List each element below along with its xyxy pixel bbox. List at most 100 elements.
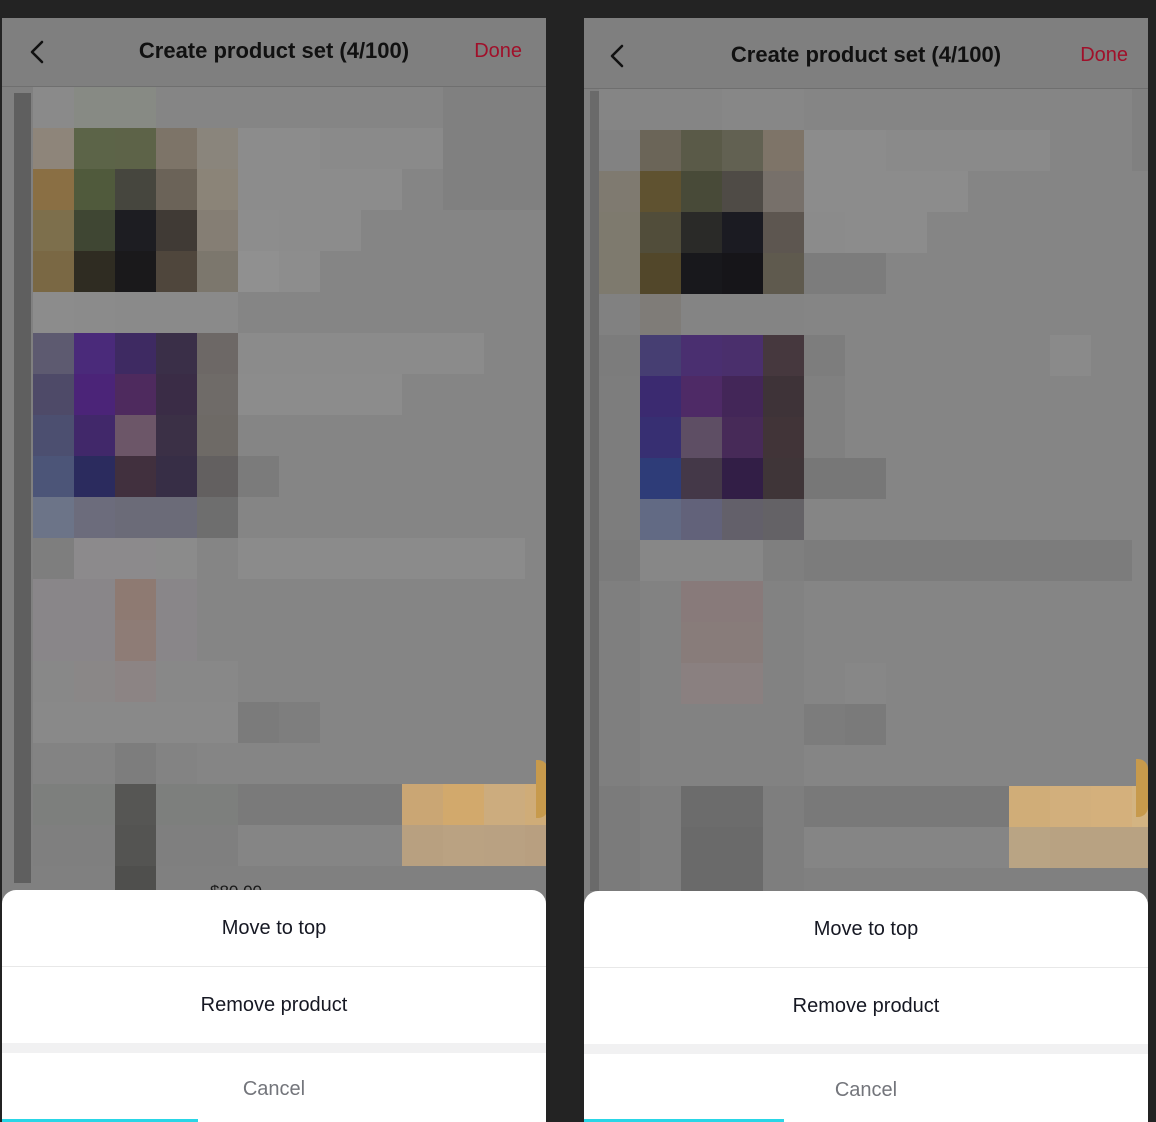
mosaic-tile [1009, 540, 1050, 581]
mosaic-tile [115, 825, 156, 866]
mosaic-tile [845, 294, 886, 335]
mosaic-tile [804, 335, 845, 376]
mosaic-tile [156, 87, 197, 128]
mosaic-tile [443, 251, 484, 292]
mosaic-tile [1009, 294, 1050, 335]
mosaic-tile [525, 456, 546, 497]
mosaic-tile [804, 704, 845, 745]
mosaic-tile [279, 579, 320, 620]
done-button[interactable]: Done [1080, 44, 1128, 67]
mosaic-tile [1132, 294, 1148, 335]
mosaic-tile [197, 251, 238, 292]
move-to-top-button[interactable]: Move to top [584, 891, 1148, 967]
mosaic-tile [968, 212, 1009, 253]
mosaic-tile [443, 456, 484, 497]
mosaic-tile [320, 128, 361, 169]
mosaic-tile [238, 210, 279, 251]
mosaic-tile [115, 251, 156, 292]
mosaic-tile [320, 579, 361, 620]
mosaic-tile [525, 333, 546, 374]
mosaic-tile [722, 499, 763, 540]
mosaic-tile [484, 825, 525, 866]
mosaic-tile [845, 786, 886, 827]
mosaic-tile [763, 540, 804, 581]
mosaic-tile [156, 497, 197, 538]
mosaic-tile [525, 210, 546, 251]
remove-product-button[interactable]: Remove product [2, 967, 546, 1043]
mosaic-tile [763, 253, 804, 294]
mosaic-tile [238, 497, 279, 538]
mosaic-tile [402, 497, 443, 538]
mosaic-tile [484, 374, 525, 415]
mosaic-tile [1091, 745, 1132, 786]
mosaic-tile [525, 825, 546, 866]
mosaic-tile [238, 169, 279, 210]
mosaic-tile [845, 827, 886, 868]
mosaic-tile [681, 212, 722, 253]
mosaic-tile [845, 458, 886, 499]
mosaic-tile [484, 415, 525, 456]
mosaic-tile [640, 704, 681, 745]
mosaic-tile [599, 335, 640, 376]
mosaic-tile [722, 540, 763, 581]
mosaic-tile [681, 827, 722, 868]
mosaic-tile [156, 128, 197, 169]
mosaic-tile [927, 458, 968, 499]
mosaic-tile [484, 210, 525, 251]
mosaic-tile [927, 171, 968, 212]
mosaic-tile [402, 784, 443, 825]
mosaic-tile [722, 253, 763, 294]
mosaic-tile [681, 253, 722, 294]
mosaic-tile [1009, 827, 1050, 868]
mosaic-tile [804, 581, 845, 622]
mosaic-tile [279, 620, 320, 661]
mosaic-tile [886, 581, 927, 622]
mosaic-tile [845, 212, 886, 253]
mosaic-tile [968, 253, 1009, 294]
mosaic-tile [525, 702, 546, 743]
mosaic-tile [845, 89, 886, 130]
mosaic-tile [525, 579, 546, 620]
move-to-top-button[interactable]: Move to top [2, 890, 546, 966]
mosaic-tile [927, 376, 968, 417]
mosaic-tile [804, 786, 845, 827]
mosaic-tile [599, 745, 640, 786]
mosaic-tile [599, 663, 640, 704]
mosaic-tile [640, 130, 681, 171]
mosaic-tile [640, 827, 681, 868]
mosaic-tile [361, 784, 402, 825]
mosaic-tile [763, 335, 804, 376]
remove-product-button[interactable]: Remove product [584, 968, 1148, 1044]
mosaic-tile [1009, 212, 1050, 253]
mosaic-tile [33, 251, 74, 292]
mosaic-tile [1132, 417, 1148, 458]
mosaic-tile [33, 784, 74, 825]
side-handle[interactable] [536, 760, 546, 818]
mosaic-tile [279, 538, 320, 579]
done-button[interactable]: Done [474, 40, 522, 63]
mosaic-tile [968, 581, 1009, 622]
mosaic-tile [443, 784, 484, 825]
mosaic-tile [525, 374, 546, 415]
mosaic-tile [599, 171, 640, 212]
mosaic-tile [115, 784, 156, 825]
mosaic-tile [804, 253, 845, 294]
mosaic-tile [402, 169, 443, 210]
mosaic-tile [640, 89, 681, 130]
mosaic-tile [279, 456, 320, 497]
side-handle[interactable] [1136, 759, 1148, 817]
mosaic-tile [33, 620, 74, 661]
mosaic-tile [33, 456, 74, 497]
cancel-button[interactable]: Cancel [584, 1054, 1148, 1122]
mosaic-tile [1050, 171, 1091, 212]
mosaic-tile [197, 333, 238, 374]
mosaic-tile [1009, 499, 1050, 540]
mosaic-tile [361, 456, 402, 497]
mosaic-tile [1050, 376, 1091, 417]
cancel-button[interactable]: Cancel [2, 1053, 546, 1122]
mosaic-tile [361, 620, 402, 661]
mosaic-tile [115, 661, 156, 702]
mosaic-tile [1091, 130, 1132, 171]
mosaic-tile [320, 825, 361, 866]
mosaic-tile [197, 87, 238, 128]
